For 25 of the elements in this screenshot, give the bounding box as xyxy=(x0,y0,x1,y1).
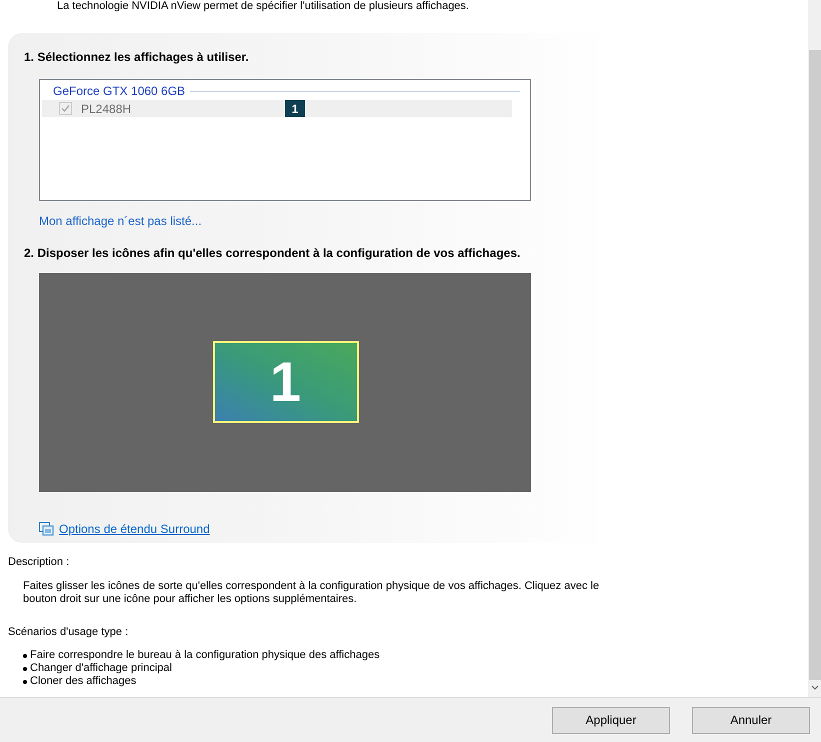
apply-button[interactable]: Appliquer xyxy=(552,706,670,734)
bullet-icon xyxy=(23,654,27,658)
scrollbar-thumb[interactable] xyxy=(809,50,821,680)
display-name: PL2488H xyxy=(81,100,132,118)
cancel-button[interactable]: Annuler xyxy=(692,706,810,734)
checkmark-icon xyxy=(61,104,70,113)
description-label: Description : xyxy=(8,555,70,570)
scenario-item: Changer d'affichage principal xyxy=(30,662,172,675)
scenario-item: Faire correspondre le bureau à la configuration physique des affichages xyxy=(30,649,380,662)
surround-options-link[interactable]: Options de étendu Surround xyxy=(59,520,210,538)
step-title: 1. Sélectionnez les affichages à utiliser. xyxy=(24,49,250,66)
intro-text: La technologie NVIDIA nView permet de spécifier l'utilisation de plusieurs affichages. xyxy=(57,0,469,13)
step-title: 2. Disposer les icônes afin qu'elles correspondent à la configuration de vos affichages. xyxy=(24,245,522,262)
scrollbar[interactable] xyxy=(808,0,821,697)
scenario-item: Cloner des affichages xyxy=(30,675,136,688)
bullet-icon xyxy=(23,666,27,670)
display-not-listed-link[interactable]: Mon affichage n´est pas listé... xyxy=(39,212,202,230)
surround-icon xyxy=(39,522,54,536)
monitor-number: 1 xyxy=(270,354,302,410)
gpu-group-label: GeForce GTX 1060 6GB xyxy=(53,83,186,100)
display-number-badge: 1 xyxy=(285,100,305,117)
scenarios-label: Scénarios d'usage type : xyxy=(8,624,130,640)
bullet-icon xyxy=(23,680,27,684)
scroll-down-icon[interactable] xyxy=(811,685,819,691)
description-text: Faites glisser les icônes de sorte qu'elles correspondent à la configuration physique de vos affichages. Cliquez avec le bouton droit sur une icône pour afficher les options supplémentaires. xyxy=(23,580,600,606)
